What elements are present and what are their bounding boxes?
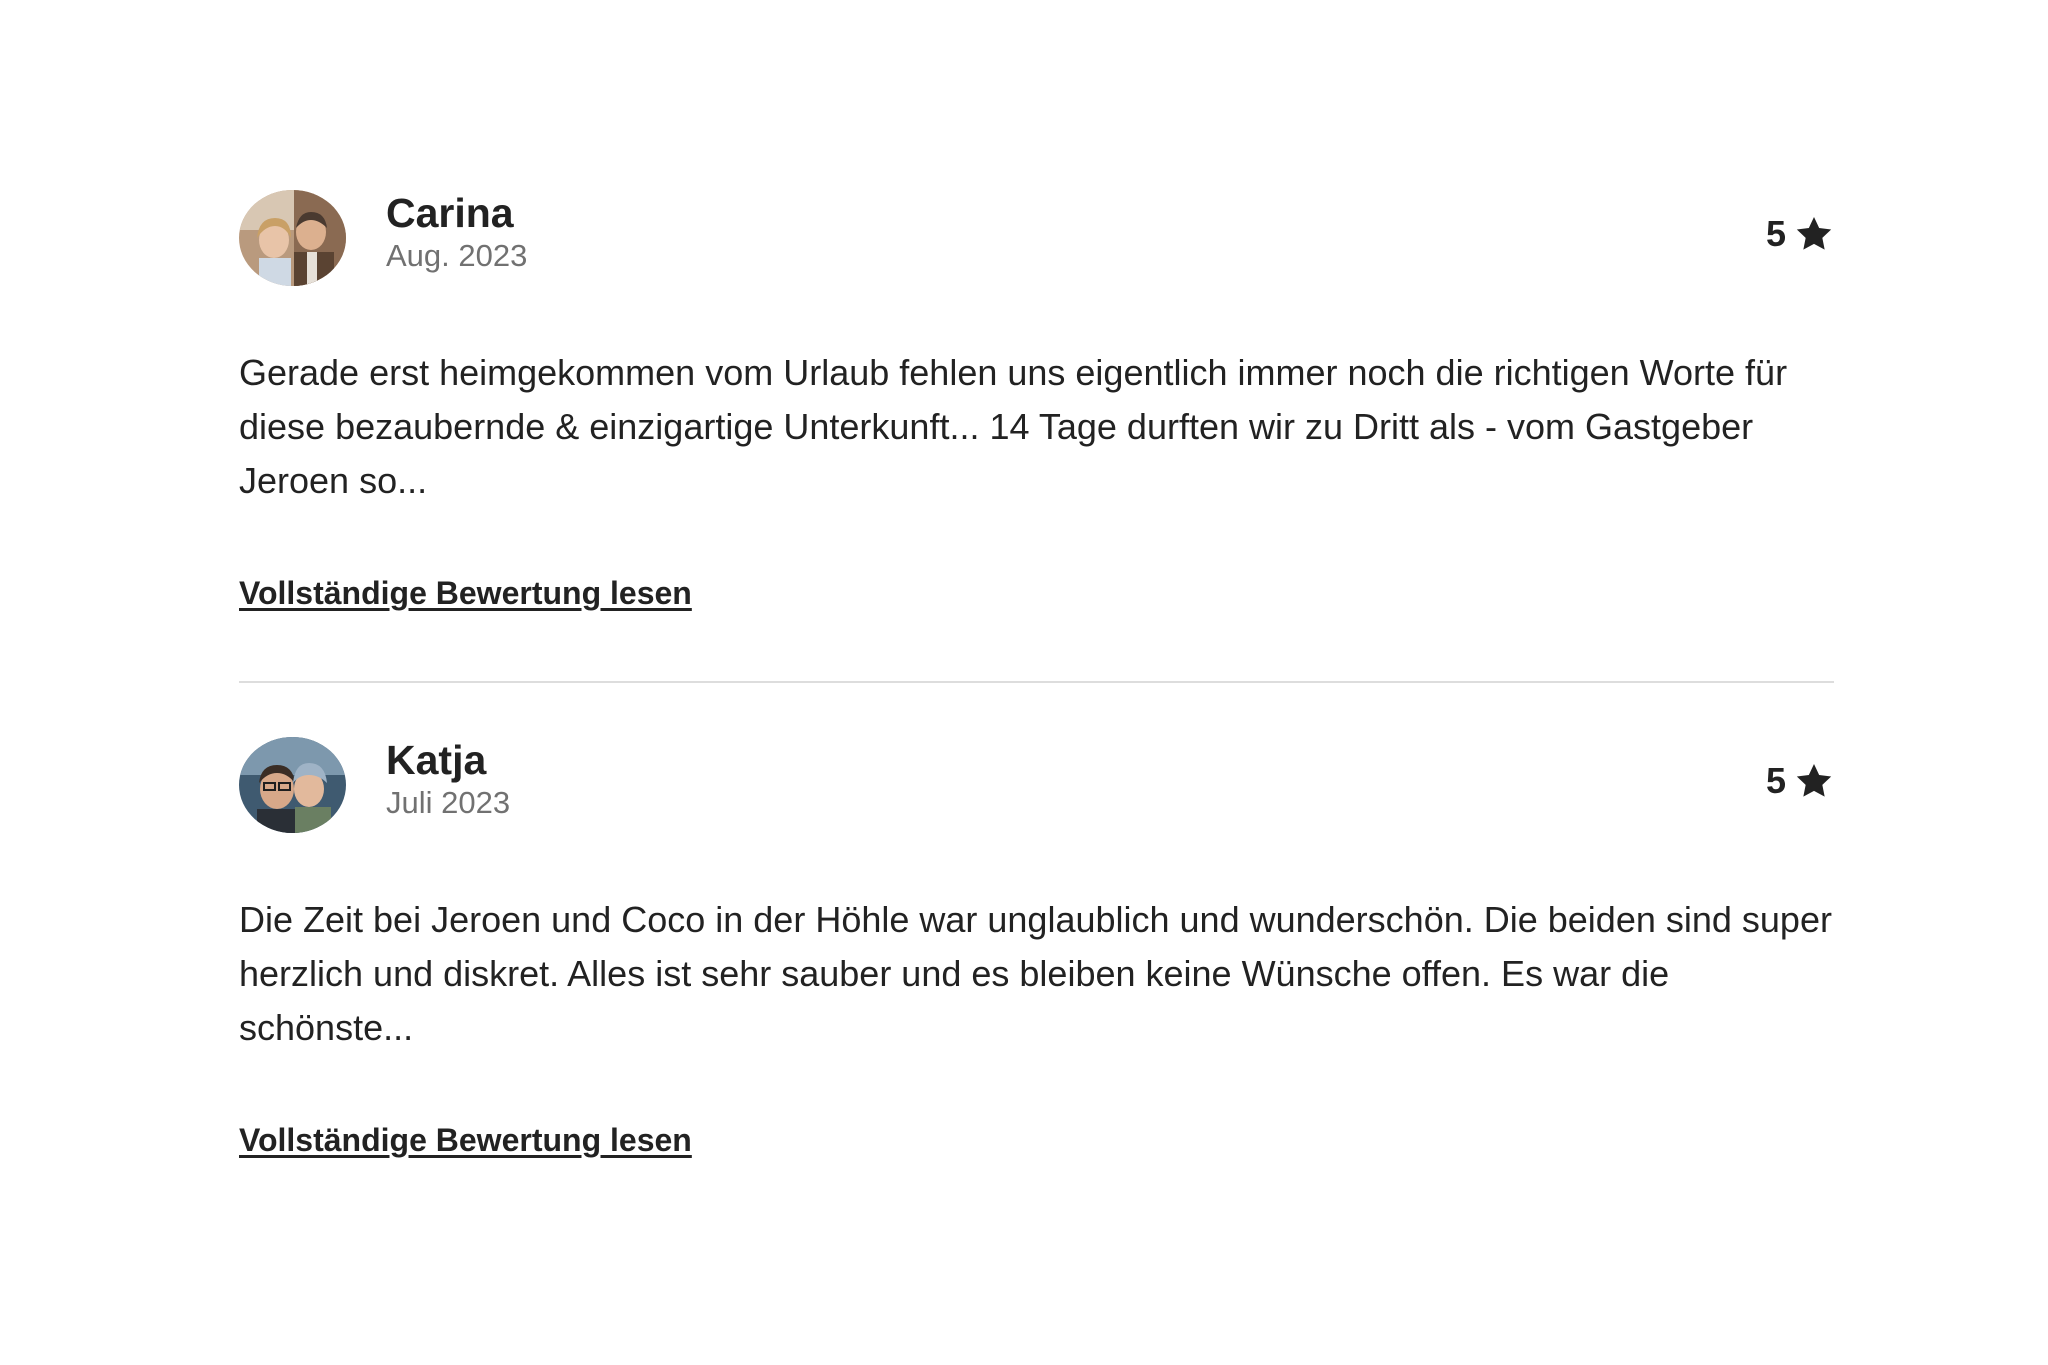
author-name[interactable]: Carina — [386, 190, 527, 236]
review-author: Katja Juli 2023 — [386, 737, 510, 823]
review-rating: 5 — [1766, 761, 1834, 801]
review-item: Katja Juli 2023 5 Die Zeit bei Jeroen un… — [239, 737, 1834, 1160]
rating-value: 5 — [1765, 213, 1786, 254]
avatar-photo — [239, 737, 346, 833]
avatar[interactable] — [239, 737, 346, 833]
read-full-review-link[interactable]: Vollständige Bewertung lesen — [239, 1120, 692, 1160]
review-author: Carina Aug. 2023 — [386, 190, 527, 276]
review-text: Die Zeit bei Jeroen und Coco in der Höhl… — [239, 899, 1832, 1048]
star-icon — [1796, 217, 1832, 250]
rating-value: 5 — [1765, 760, 1786, 801]
review-header: Carina Aug. 2023 5 — [239, 190, 1834, 286]
reviews-list: Carina Aug. 2023 5 Gerade erst heimgekom… — [239, 190, 1834, 1160]
review-item: Carina Aug. 2023 5 Gerade erst heimgekom… — [239, 190, 1834, 613]
review-rating: 5 — [1766, 214, 1834, 254]
avatar[interactable] — [239, 190, 346, 286]
divider — [239, 681, 1834, 683]
author-name[interactable]: Katja — [386, 737, 510, 783]
review-date: Juli 2023 — [386, 785, 511, 820]
review-header: Katja Juli 2023 5 — [239, 737, 1834, 833]
read-full-review-link[interactable]: Vollständige Bewertung lesen — [239, 573, 692, 613]
review-date: Aug. 2023 — [386, 238, 528, 273]
avatar-photo — [239, 190, 346, 286]
review-text: Gerade erst heimgekommen vom Urlaub fehl… — [239, 352, 1788, 501]
star-icon — [1796, 764, 1832, 797]
